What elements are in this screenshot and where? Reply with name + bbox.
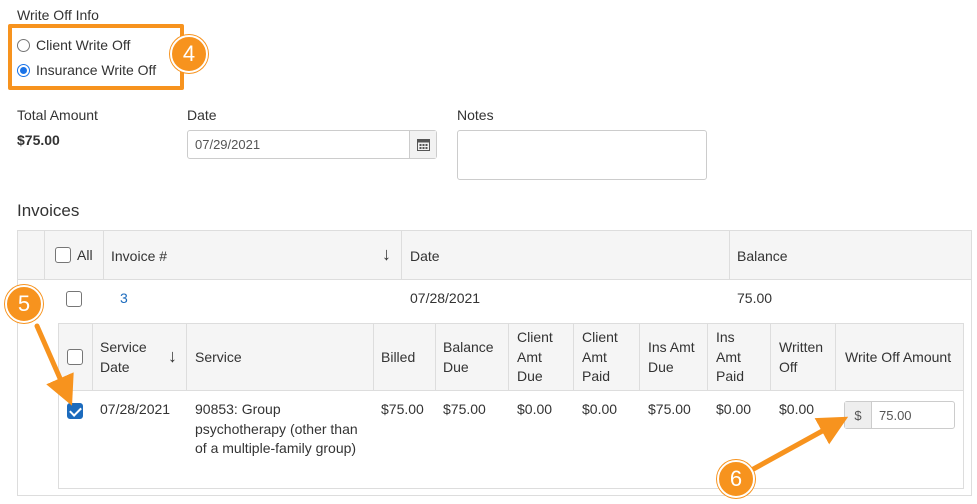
arrow-5: [34, 323, 74, 406]
step-5-callout: 5: [5, 285, 43, 323]
step-6-callout: 6: [717, 460, 755, 498]
annotation-arrows: [34, 323, 849, 475]
arrow-6: [745, 416, 849, 475]
